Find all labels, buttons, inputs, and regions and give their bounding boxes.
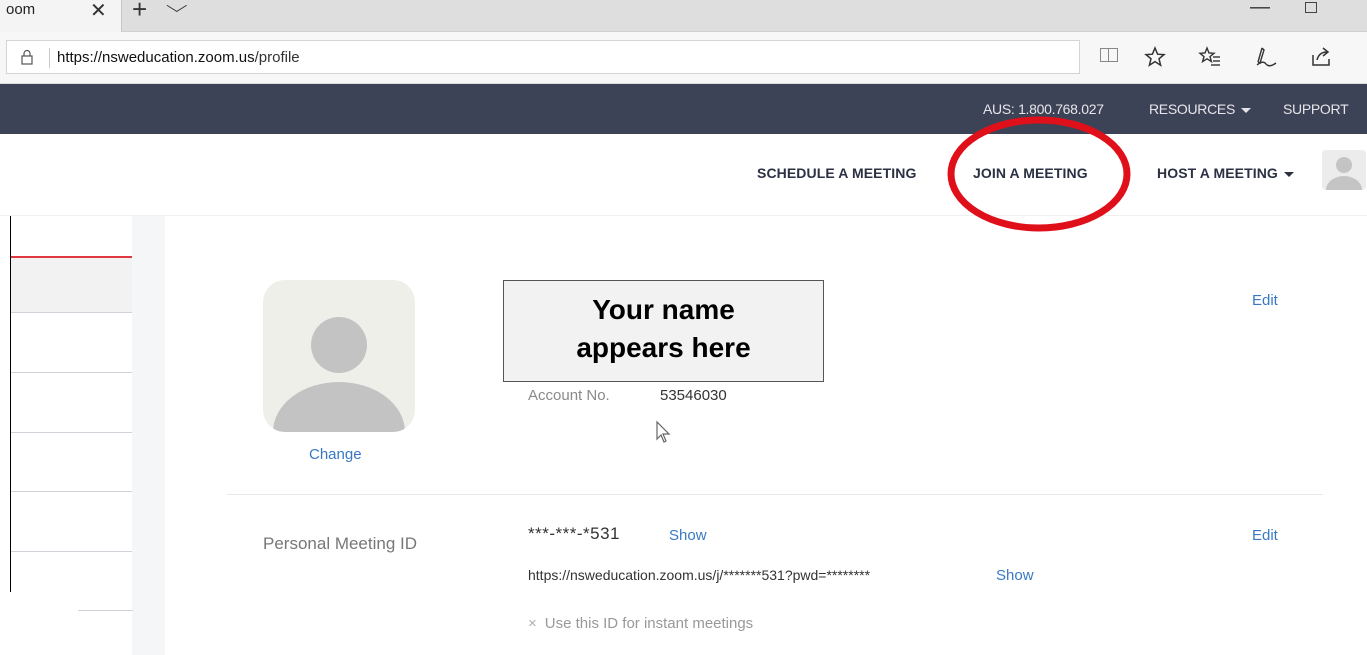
tab-close-icon[interactable]: ✕ (90, 0, 107, 23)
restore-window-icon[interactable] (1305, 2, 1317, 13)
instant-meetings-option[interactable]: × Use this ID for instant meetings (528, 615, 753, 632)
url-field[interactable]: https://nsweducation.zoom.us/profile (6, 40, 1080, 74)
mouse-cursor-icon (656, 420, 671, 443)
join-meeting-link[interactable]: JOIN A MEETING (973, 165, 1088, 181)
show-meeting-url-link[interactable]: Show (996, 567, 1034, 584)
support-phone[interactable]: AUS: 1.800.768.027 (983, 101, 1104, 117)
support-link[interactable]: SUPPORT (1283, 101, 1349, 117)
caret-down-icon (1283, 171, 1294, 177)
url-path: /profile (254, 49, 300, 66)
sidebar-divider (11, 491, 132, 492)
user-silhouette-icon (1326, 157, 1362, 190)
sidebar-item-active[interactable] (11, 258, 132, 312)
personal-meeting-id-label: Personal Meeting ID (263, 534, 418, 553)
favorites-list-icon[interactable] (1198, 46, 1222, 68)
screenshot-stage: { "browser": { "tab_title": "oom", "tab_… (0, 0, 1367, 655)
browser-tab[interactable]: oom ✕ (0, 0, 122, 32)
profile-picture (263, 280, 415, 432)
zoom-top-nav: AUS: 1.800.768.027 RESOURCES SUPPORT (0, 84, 1367, 134)
sidebar-divider (11, 312, 132, 313)
lock-icon (21, 49, 33, 65)
name-callout-box: Your name appears here (503, 280, 824, 382)
host-meeting-menu[interactable]: HOST A MEETING (1157, 165, 1294, 181)
tab-title: oom (6, 1, 36, 18)
sidebar-gutter (132, 216, 165, 655)
account-number-value: 53546030 (660, 387, 727, 404)
meeting-url: https://nsweducation.zoom.us/j/*******53… (528, 567, 871, 583)
show-meeting-id-link[interactable]: Show (669, 527, 707, 544)
reading-view-icon[interactable] (1100, 48, 1118, 62)
url-text: https://nsweducation.zoom.us/profile (57, 49, 300, 66)
resources-menu[interactable]: RESOURCES (1149, 101, 1251, 117)
sidebar-divider (78, 610, 133, 611)
schedule-meeting-link[interactable]: SCHEDULE A MEETING (757, 165, 916, 181)
edit-meeting-id-link[interactable]: Edit (1252, 527, 1278, 544)
personal-meeting-id-value: ***-***-*531 (528, 524, 620, 543)
browser-tab-strip: oom ✕ + ⌵ — (0, 0, 1367, 32)
user-silhouette-icon (273, 317, 405, 432)
sidebar-divider (11, 372, 132, 373)
edit-profile-link[interactable]: Edit (1252, 292, 1278, 309)
account-number-label: Account No. (528, 387, 610, 404)
tab-list-chevron-icon[interactable]: ⌵ (166, 0, 188, 17)
instant-meetings-label: Use this ID for instant meetings (544, 615, 754, 632)
section-divider (227, 494, 1323, 495)
close-x-icon: × (528, 615, 537, 632)
user-avatar[interactable] (1322, 150, 1366, 190)
new-tab-icon[interactable]: + (132, 0, 147, 25)
url-separator (49, 48, 50, 68)
meeting-nav: SCHEDULE A MEETING JOIN A MEETING HOST A… (0, 134, 1367, 216)
callout-line-2: appears here (576, 332, 751, 363)
url-domain: https://nsweducation.zoom.us (57, 49, 255, 66)
host-meeting-label: HOST A MEETING (1157, 165, 1278, 181)
change-picture-link[interactable]: Change (309, 446, 362, 463)
star-favorite-icon[interactable] (1144, 46, 1166, 68)
caret-down-icon (1240, 107, 1251, 113)
minimize-icon[interactable]: — (1250, 0, 1270, 19)
share-icon[interactable] (1310, 46, 1332, 68)
pen-notes-icon[interactable] (1254, 46, 1278, 68)
resources-label: RESOURCES (1149, 101, 1235, 117)
sidebar-divider (11, 551, 132, 552)
callout-line-1: Your name (592, 294, 735, 325)
sidebar-divider (11, 432, 132, 433)
browser-address-bar: https://nsweducation.zoom.us/profile (0, 32, 1367, 84)
